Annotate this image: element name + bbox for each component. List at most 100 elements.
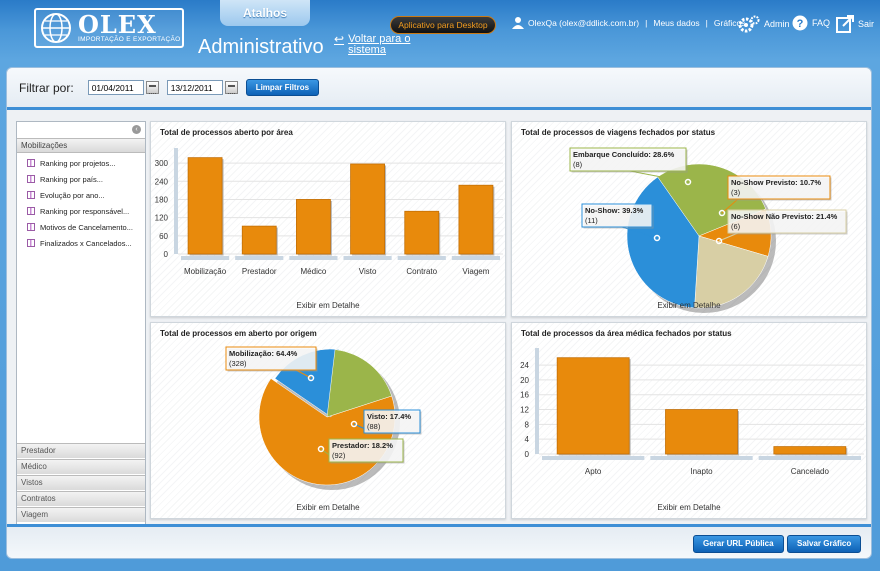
bar[interactable] [458,184,494,255]
chart-icon [27,175,35,183]
slice-label: Embarque Concluído: 28.6% [573,150,675,159]
my-data-link[interactable]: Meus dados [653,18,699,28]
back-link-line2: sistema [348,44,386,56]
bar-chart: 0 4 8 12 16 20 24 Apto Inapto Cancelado [520,348,864,476]
slice-label: Visto: 17.4% [367,412,411,421]
y-tick-label: 0 [164,250,169,259]
y-tick-label: 4 [525,435,530,444]
sidebar-item[interactable]: Ranking por responsável... [17,203,145,219]
user-name: OlexQa (olex@ddlick.com.br) [528,17,640,28]
x-axis-segment [289,256,338,260]
x-tick-label: Médico [301,267,327,276]
bar[interactable] [241,225,277,255]
shortcuts-tab[interactable]: Atalhos [220,0,310,26]
y-tick-label: 20 [520,376,529,385]
chart-card-open-by-area: Total de processos aberto por área 0 60 12… [150,121,506,317]
x-tick-label: Apto [585,467,602,476]
y-tick-label: 240 [155,177,169,186]
slice-label: Mobilização: 64.4% [229,349,298,358]
pie-chart: Mobilização: 64.4%(328) Visto: 17.4%(88) P… [225,346,422,490]
detail-link[interactable]: Exibir em Detalhe [151,503,505,512]
x-tick-label: Mobilização [184,267,227,276]
y-tick-label: 300 [155,159,169,168]
sidebar-item[interactable]: Ranking por país... [17,171,145,187]
logout-button[interactable]: Sair [836,15,874,33]
x-tick-label: Viagem [462,267,489,276]
y-tick-label: 0 [525,450,530,459]
back-to-system-link[interactable]: ↩ Voltar para o sistema [334,32,410,56]
y-tick-label: 12 [520,406,529,415]
sidebar-item[interactable]: Evolução por ano... [17,187,145,203]
chart-card-open-by-origin: Total de processos em aberto por origem … [150,322,506,519]
chart-icon [27,191,35,199]
x-axis-segment [758,456,861,460]
desktop-app-button[interactable]: Aplicativo para Desktop [390,16,496,34]
back-arrow-icon: ↩ [334,32,345,46]
x-axis-segment [343,256,392,260]
date-to-input[interactable] [166,80,223,95]
y-axis [535,348,539,454]
slice-count: (3) [731,188,741,197]
faq-button[interactable]: ? FAQ [792,15,830,31]
olex-logo[interactable]: OLEX IMPORTAÇÃO E EXPORTAÇÃO [34,8,184,48]
public-url-button[interactable]: Gerar URL Pública [693,535,784,553]
clear-filters-button[interactable]: Limpar Filtros [245,79,320,96]
save-chart-button[interactable]: Salvar Gráfico [787,535,862,553]
date-from-input[interactable] [87,80,144,95]
x-axis-segment [542,456,645,460]
x-axis-segment [235,256,284,260]
footer-bar: Gerar URL Pública Salvar Gráfico [7,524,871,558]
chart-icon [27,159,35,167]
page-title: Administrativo [198,36,324,58]
sidebar-section-vistos[interactable]: Vistos [17,475,145,490]
gear-icon [738,15,760,33]
globe-icon [41,13,71,43]
calendar-icon[interactable] [145,81,159,94]
chart-card-trips-closed: Total de processos de viagens fechados p… [511,121,867,317]
slice-label: No-Show: 39.3% [585,206,644,215]
slice-label: No-Show Não Previsto: 21.4% [731,212,838,221]
bar[interactable] [773,446,847,455]
sidebar-item[interactable]: Ranking por projetos... [17,155,145,171]
collapse-icon[interactable]: ‹ [132,125,141,134]
sidebar-section-prestador[interactable]: Prestador [17,443,145,458]
sidebar-item-label: Ranking por país... [40,174,103,184]
bar-chart: 0 60 120 180 240 300 Mobilização Prestador Médic… [155,148,503,276]
bar[interactable] [296,199,331,255]
detail-link[interactable]: Exibir em Detalhe [512,301,866,310]
sidebar-section-viagem[interactable]: Viagem [17,507,145,522]
slice-count: (11) [585,216,598,225]
chart-icon [27,239,35,247]
help-icon: ? [792,15,808,31]
bar[interactable] [404,210,440,255]
y-tick-label: 24 [520,361,529,370]
slice-count: (328) [229,359,247,368]
x-axis-segment [397,256,446,260]
sidebar-item[interactable]: Motivos de Cancelamento... [17,219,145,235]
calendar-icon[interactable] [224,81,238,94]
bar[interactable] [350,163,385,255]
user-icon [512,17,524,29]
y-tick-label: 60 [159,232,168,241]
admin-button[interactable]: Admin [738,15,790,33]
sidebar-section-medico[interactable]: Médico [17,459,145,474]
bar[interactable] [187,157,223,255]
bar[interactable] [665,409,738,455]
logo-subtext: IMPORTAÇÃO E EXPORTAÇÃO [78,35,181,43]
slice-label: No-Show Previsto: 10.7% [731,178,821,187]
faq-label: FAQ [812,18,831,28]
x-tick-label: Prestador [242,267,277,276]
detail-link[interactable]: Exibir em Detalhe [151,301,505,310]
filter-bar: Filtrar por: Limpar Filtros [7,68,871,110]
sidebar-item[interactable]: Finalizados x Cancelados... [17,235,145,251]
sidebar-section-mobilizacoes[interactable]: Mobilizações [17,138,145,153]
chart-icon [27,223,35,231]
chart-menu-sidebar: ‹ Mobilizações Ranking por projetos... R… [16,121,146,544]
x-tick-label: Cancelado [791,467,830,476]
detail-link[interactable]: Exibir em Detalhe [512,503,866,512]
bar[interactable] [556,357,630,455]
slice-label: Prestador: 18.2% [332,441,393,450]
slice-count: (92) [332,451,346,460]
sidebar-section-contratos[interactable]: Contratos [17,491,145,506]
chart-icon [27,207,35,215]
